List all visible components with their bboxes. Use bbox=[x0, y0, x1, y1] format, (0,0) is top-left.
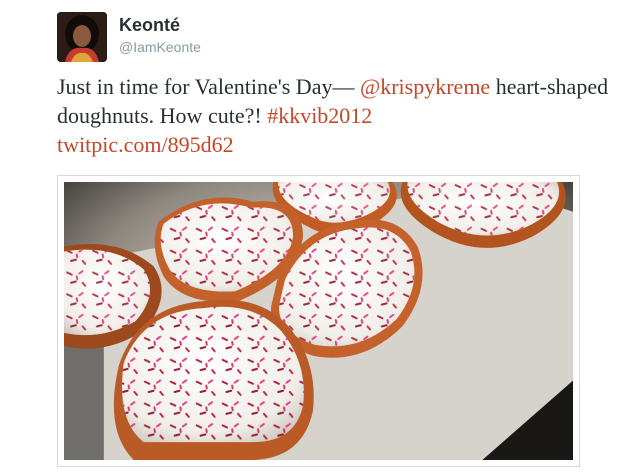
hashtag-link[interactable]: #kkvib2012 bbox=[267, 103, 372, 128]
mention-link[interactable]: @krispykreme bbox=[360, 74, 490, 99]
tweet-photo[interactable] bbox=[57, 175, 580, 467]
twitpic-link[interactable]: twitpic.com/895d62 bbox=[57, 132, 234, 157]
author-handle[interactable]: @IamKeonte bbox=[119, 39, 201, 55]
doughnuts-photo bbox=[64, 182, 573, 460]
avatar-image bbox=[57, 12, 107, 62]
tweet-text: Just in time for Valentine's Day— @krisp… bbox=[57, 72, 617, 159]
author-name[interactable]: Keonté bbox=[119, 15, 180, 36]
tweet-text-start: Just in time for Valentine's Day— bbox=[57, 74, 360, 99]
avatar[interactable] bbox=[57, 12, 107, 62]
